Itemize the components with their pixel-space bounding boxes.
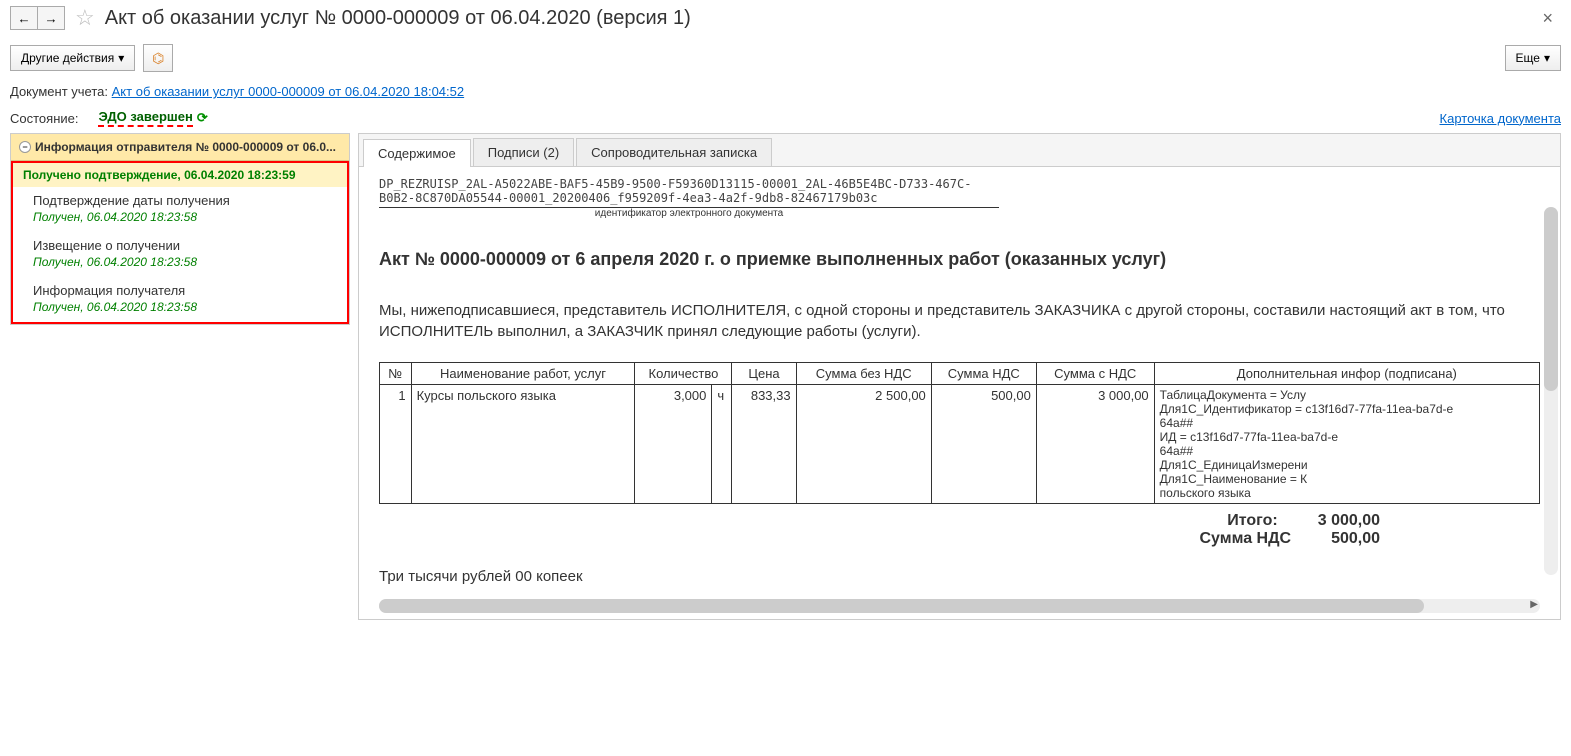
col-num: № [380,363,412,385]
list-item[interactable]: Извещение о получении [13,232,347,255]
cell-num: 1 [380,385,412,504]
col-qty: Количество [635,363,732,385]
totals: Итого:3 000,00 Сумма НДС500,00 [379,512,1540,548]
cell-name: Курсы польского языка [411,385,635,504]
more-button[interactable]: Еще ▾ [1505,45,1561,71]
amount-in-words: Три тысячи рублей 00 копеек [379,568,1540,585]
cell-extra: ТаблицаДокумента = Услу Для1С_Идентифика… [1154,385,1539,504]
table-row: 1 Курсы польского языка 3,000 ч 833,33 2… [380,385,1540,504]
col-sum-vat: Сумма с НДС [1036,363,1154,385]
tab-cover-note[interactable]: Сопроводительная записка [576,138,772,166]
doc-text: Мы, нижеподписавшиеся, представитель ИСП… [379,300,1540,342]
cell-qty: 3,000 [635,385,712,504]
document-body: DP_REZRUISP_2AL-A5022ABE-BAF5-45B9-9500-… [359,167,1560,595]
col-price: Цена [732,363,796,385]
collapse-icon[interactable]: − [19,141,31,153]
doc-identifier: DP_REZRUISP_2AL-A5022ABE-BAF5-45B9-9500-… [379,177,999,208]
scrollbar-thumb[interactable] [379,599,1424,613]
tabs: Содержимое Подписи (2) Сопроводительная … [359,134,1560,167]
confirmation-row[interactable]: Получено подтверждение, 06.04.2020 18:23… [13,163,347,187]
col-sum-no-vat: Сумма без НДС [796,363,931,385]
vertical-scrollbar[interactable] [1544,207,1558,575]
tab-content[interactable]: Содержимое [363,139,471,167]
col-vat: Сумма НДС [931,363,1036,385]
cell-unit: ч [712,385,732,504]
services-table: № Наименование работ, услуг Количество Ц… [379,362,1540,504]
list-item-ts: Получен, 06.04.2020 18:23:58 [13,255,347,277]
status-label: Состояние: [10,111,78,126]
content-panel: Содержимое Подписи (2) Сопроводительная … [358,133,1561,620]
doc-id-label: идентификатор электронного документа [379,208,999,219]
horizontal-scrollbar[interactable]: ▶ [379,599,1540,613]
col-name: Наименование работ, услуг [411,363,635,385]
scroll-right-icon[interactable]: ▶ [1530,599,1538,610]
close-icon[interactable]: × [1534,8,1561,29]
col-extra: Дополнительная инфор (подписана) [1154,363,1539,385]
sidebar: − Информация отправителя № 0000-000009 о… [10,133,350,325]
list-item[interactable]: Подтверждение даты получения [13,187,347,210]
list-item-ts: Получен, 06.04.2020 18:23:58 [13,300,347,322]
favorite-icon[interactable]: ☆ [75,5,95,31]
doc-label: Документ учета: [10,84,108,99]
nav-back[interactable]: ← [10,6,38,30]
cell-vat: 500,00 [931,385,1036,504]
sidebar-header[interactable]: − Информация отправителя № 0000-000009 о… [11,134,349,161]
card-link[interactable]: Карточка документа [1440,111,1561,126]
chevron-down-icon: ▾ [118,51,124,65]
cell-sum-vat: 3 000,00 [1036,385,1154,504]
page-title: Акт об оказании услуг № 0000-000009 от 0… [105,7,691,30]
cell-sum-no-vat: 2 500,00 [796,385,931,504]
doc-title: Акт № 0000-000009 от 6 апреля 2020 г. о … [379,249,1540,270]
tab-signatures[interactable]: Подписи (2) [473,138,574,166]
other-actions-button[interactable]: Другие действия ▾ [10,45,135,71]
refresh-icon[interactable]: ⟳ [197,110,208,126]
doc-link[interactable]: Акт об оказании услуг 0000-000009 от 06.… [112,84,464,99]
list-item[interactable]: Информация получателя [13,277,347,300]
scrollbar-thumb[interactable] [1544,207,1558,391]
nav-forward[interactable]: → [37,6,65,30]
status-value: ЭДО завершен [98,109,192,127]
cell-price: 833,33 [732,385,796,504]
chevron-down-icon: ▾ [1544,51,1550,65]
tree-icon: ⌬ [152,50,164,67]
list-item-ts: Получен, 06.04.2020 18:23:58 [13,210,347,232]
highlighted-section: Получено подтверждение, 06.04.2020 18:23… [11,161,349,324]
tree-button[interactable]: ⌬ [143,44,173,72]
